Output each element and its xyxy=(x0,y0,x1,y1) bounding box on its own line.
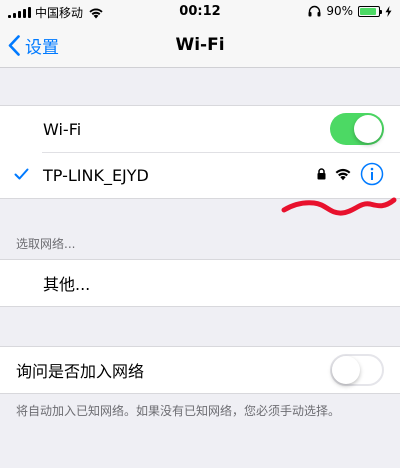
headphones-icon xyxy=(308,5,321,17)
ask-join-group: 询问是否加入网络 xyxy=(0,346,400,394)
other-network-label: 其他... xyxy=(43,275,91,294)
wifi-toggle-switch[interactable] xyxy=(330,113,384,145)
choose-network-header: 选取网络... xyxy=(16,237,76,251)
other-network-group: 其他... xyxy=(0,259,400,307)
info-icon[interactable] xyxy=(360,162,384,186)
connected-network-row[interactable]: TP-LINK_EJYD xyxy=(0,152,400,198)
ask-join-row: 询问是否加入网络 xyxy=(0,347,400,393)
ask-join-footer-note: 将自动加入已知网络。如果没有已知网络，您必须手动选择。 xyxy=(16,404,341,418)
status-bar: 中国移动 00:12 90% xyxy=(0,0,400,24)
wifi-toggle-label: Wi-Fi xyxy=(43,119,82,139)
connected-network-name: TP-LINK_EJYD xyxy=(43,165,149,185)
switch-knob xyxy=(332,356,360,384)
network-status-icons xyxy=(317,162,384,186)
ask-join-switch[interactable] xyxy=(330,354,384,386)
wifi-toggle-row: Wi-Fi xyxy=(0,106,400,152)
battery-icon xyxy=(358,5,382,17)
lock-icon xyxy=(317,168,326,180)
red-scribble-annotation xyxy=(281,197,397,216)
ask-join-label: 询问是否加入网络 xyxy=(16,362,145,381)
switch-knob xyxy=(354,115,382,143)
wifi-group: Wi-Fi TP-LINK_EJYD xyxy=(0,105,400,199)
page-title: Wi-Fi xyxy=(175,35,225,55)
charging-bolt-icon xyxy=(385,5,392,17)
other-network-row[interactable]: 其他... xyxy=(0,260,400,306)
wifi-signal-icon xyxy=(335,168,351,181)
battery-percent: 90% xyxy=(326,4,353,18)
status-bar-right: 90% xyxy=(308,4,392,18)
checkmark-icon xyxy=(14,168,29,180)
navigation-bar: 设置 Wi-Fi xyxy=(0,24,400,68)
